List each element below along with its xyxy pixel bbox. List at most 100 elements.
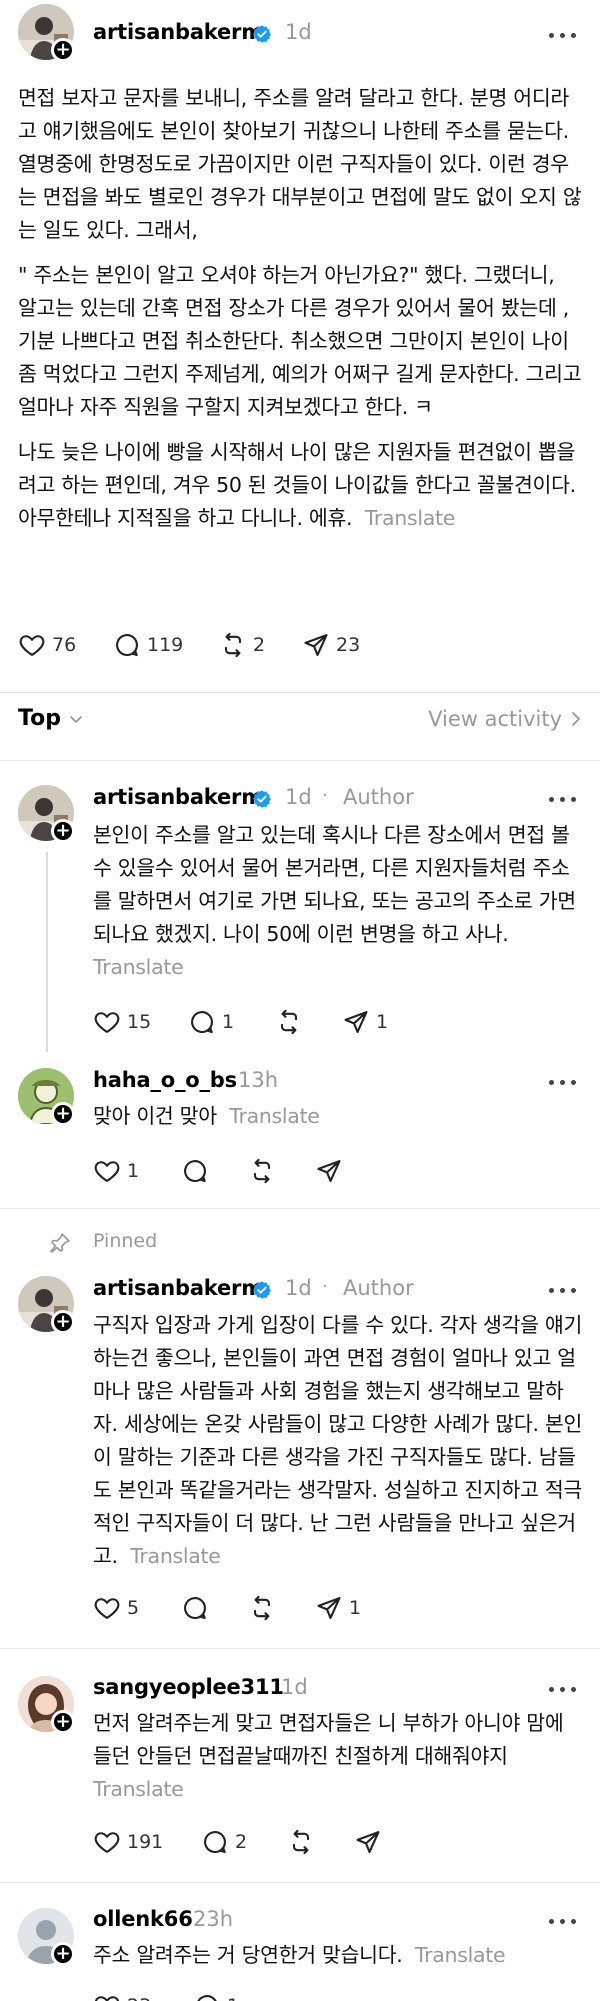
view-activity-link[interactable]: View activity	[428, 707, 582, 731]
reply-text: 구직자 입장과 가게 입장이 다를 수 있다. 각자 생각을 얘기하는건 좋으나…	[93, 1313, 583, 1568]
post-paragraph: 나도 늦은 나이에 빵을 시작해서 나이 많은 지원자들 편견없이 뽑을려고 하…	[18, 436, 584, 535]
reply-text: 본인이 주소를 알고 있는데 혹시나 다른 장소에서 면접 볼 수 있을수 있어…	[93, 823, 576, 946]
follow-plus-icon[interactable]: +	[51, 1710, 75, 1734]
translate-link[interactable]: Translate	[130, 1544, 221, 1568]
share-count: 1	[349, 1597, 362, 1619]
reply-body: 구직자 입장과 가게 입장이 다를 수 있다. 각자 생각을 얘기하는건 좋으나…	[93, 1309, 583, 1573]
reply-body: 먼저 알려주는게 맞고 면접자들은 니 부하가 아니야 맘에 들던 안들던 면접…	[93, 1707, 583, 1806]
repost-button[interactable]	[275, 1006, 303, 1038]
share-button[interactable]	[354, 1826, 382, 1858]
more-options-icon[interactable]	[549, 1916, 581, 1926]
follow-plus-icon[interactable]: +	[51, 1102, 75, 1126]
post-paragraph: " 주소는 본인이 알고 오셔야 하는거 아닌가요?" 했다. 그랬더니, 알고…	[18, 263, 582, 419]
share-count: 23	[336, 634, 361, 656]
sort-dropdown[interactable]: Top	[18, 706, 83, 731]
reply-button[interactable]	[181, 1592, 209, 1624]
repost-icon	[248, 1594, 276, 1622]
reply-icon	[201, 1828, 229, 1856]
divider	[0, 1208, 600, 1209]
author-tag: Author	[343, 785, 414, 809]
reply-body: 본인이 주소를 알고 있는데 혹시나 다른 장소에서 면접 볼 수 있을수 있어…	[93, 819, 583, 984]
reply-button[interactable]: 119	[113, 629, 183, 661]
send-icon	[315, 1157, 343, 1185]
like-button[interactable]: 5	[93, 1592, 139, 1624]
reply-icon	[181, 1594, 209, 1622]
username[interactable]: artisanbakerm	[93, 1276, 263, 1300]
like-count: 1	[127, 1160, 140, 1182]
repost-button[interactable]	[248, 1592, 276, 1624]
share-button[interactable]: 23	[302, 629, 360, 661]
divider	[0, 1882, 600, 1883]
repost-button[interactable]	[248, 1155, 276, 1187]
follow-plus-icon[interactable]: +	[51, 1942, 75, 1966]
post-time: 1d	[285, 20, 312, 44]
follow-plus-icon[interactable]: +	[51, 1310, 75, 1334]
like-button[interactable]: 1	[93, 1155, 139, 1187]
username[interactable]: haha_o_o_bs	[93, 1068, 237, 1092]
more-options-icon[interactable]	[549, 794, 581, 804]
translate-link[interactable]: Translate	[229, 1104, 320, 1128]
repost-count: 2	[253, 634, 266, 656]
reply-text: 먼저 알려주는게 맞고 면접자들은 니 부하가 아니야 맘에 들던 안들던 면접…	[93, 1711, 564, 1768]
like-count: 191	[127, 1831, 164, 1853]
view-activity-label: View activity	[428, 707, 562, 731]
like-button[interactable]: 76	[18, 629, 76, 661]
like-count: 23	[127, 1995, 151, 2001]
post-time: 1d	[285, 1276, 312, 1300]
repost-icon	[219, 631, 247, 659]
share-button[interactable]	[315, 1155, 343, 1187]
like-button[interactable]: 191	[93, 1826, 163, 1858]
translate-link[interactable]: Translate	[415, 1943, 506, 1967]
repost-button[interactable]: 2	[219, 629, 265, 661]
post-body: 면접 보자고 문자를 보내니, 주소를 알려 달라고 한다. 분명 어디라고 얘…	[18, 82, 584, 547]
translate-link[interactable]: Translate	[365, 506, 456, 530]
username[interactable]: artisanbakerm	[93, 785, 263, 809]
pinned-label: Pinned	[93, 1230, 158, 1252]
reply-icon	[113, 631, 141, 659]
translate-link[interactable]: Translate	[93, 1777, 184, 1801]
verified-badge-icon	[252, 24, 272, 44]
reply-count: 2	[235, 1831, 248, 1853]
divider	[0, 692, 600, 693]
reply-count: 119	[147, 634, 184, 656]
separator-dot: ·	[322, 1276, 328, 1297]
post-time: 23h	[193, 1907, 234, 1931]
share-button[interactable]: 1	[315, 1592, 361, 1624]
more-options-icon[interactable]	[549, 1077, 581, 1087]
username[interactable]: sangyeoplee311	[93, 1675, 284, 1699]
reply-button[interactable]: 1	[193, 1990, 239, 2001]
like-button[interactable]: 15	[93, 1006, 151, 1038]
send-icon	[342, 1008, 370, 1036]
translate-link[interactable]: Translate	[93, 955, 184, 979]
divider	[0, 760, 600, 761]
repost-icon	[287, 1828, 315, 1856]
more-options-icon[interactable]	[549, 1684, 581, 1694]
reply-button[interactable]: 1	[188, 1006, 234, 1038]
repost-icon	[275, 1008, 303, 1036]
divider	[0, 1648, 600, 1649]
author-tag: Author	[343, 1276, 414, 1300]
heart-icon	[18, 631, 46, 659]
chevron-right-icon	[572, 712, 581, 726]
post-time: 13h	[238, 1068, 279, 1092]
repost-button[interactable]	[287, 1826, 315, 1858]
username[interactable]: ollenk66	[93, 1907, 193, 1931]
thread-line	[46, 852, 48, 1052]
follow-plus-icon[interactable]: +	[51, 819, 75, 843]
chevron-down-icon	[70, 715, 82, 723]
more-options-icon[interactable]	[549, 30, 581, 40]
verified-badge-icon	[252, 1280, 272, 1300]
post-time: 1d	[281, 1675, 308, 1699]
reply-count: 1	[222, 1011, 235, 1033]
reply-icon	[188, 1008, 216, 1036]
separator-dot: ·	[322, 785, 328, 806]
reply-button[interactable]	[181, 1155, 209, 1187]
username[interactable]: artisanbakerm	[93, 20, 263, 44]
share-button[interactable]: 1	[342, 1006, 388, 1038]
follow-plus-icon[interactable]: +	[51, 38, 75, 62]
pin-icon	[50, 1233, 70, 1253]
more-options-icon[interactable]	[549, 1285, 581, 1295]
like-button[interactable]: 23	[93, 1990, 151, 2001]
reply-button[interactable]: 2	[201, 1826, 247, 1858]
post-time: 1d	[285, 785, 312, 809]
